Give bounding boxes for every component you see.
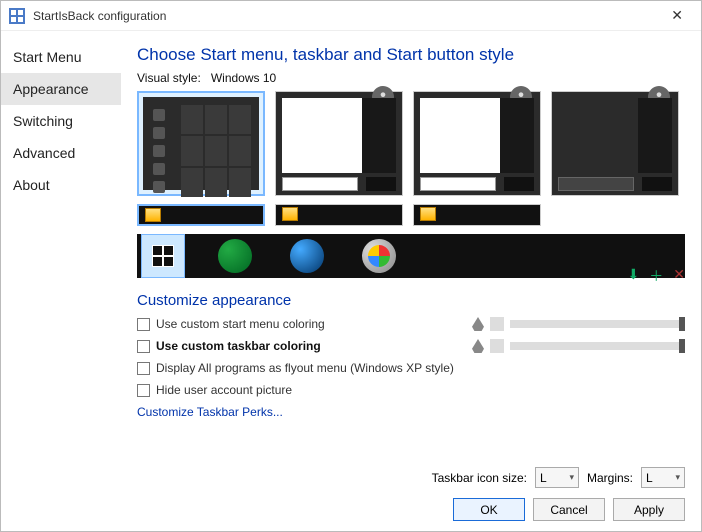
taskbar-thumb-flat[interactable] (137, 204, 265, 226)
close-icon[interactable]: ✕ (661, 3, 693, 28)
folder-icon (282, 207, 298, 221)
checkbox-icon[interactable] (137, 340, 150, 353)
style-thumb-windows10[interactable] (137, 91, 265, 196)
taskbar-icon-size-select[interactable]: L▾ (535, 467, 579, 488)
opacity-slider[interactable] (510, 342, 685, 350)
sidebar-item-advanced[interactable]: Advanced (1, 137, 121, 169)
margins-select[interactable]: L▾ (641, 467, 685, 488)
style-tools: ⬇ ＋ ✕ (137, 266, 685, 286)
visual-style-row: Visual style: Windows 10 (137, 71, 685, 85)
folder-icon (145, 208, 161, 222)
taskbar-thumb-gloss[interactable] (275, 204, 403, 226)
check-taskbar-coloring[interactable]: Use custom taskbar coloring (137, 339, 685, 353)
eyedropper-icon[interactable] (472, 339, 484, 353)
folder-icon (420, 207, 436, 221)
check-hide-avatar[interactable]: Hide user account picture (137, 383, 685, 397)
perks-link[interactable]: Customize Taskbar Perks... (137, 405, 685, 419)
opacity-slider[interactable] (510, 320, 685, 328)
checkbox-icon[interactable] (137, 384, 150, 397)
eyedropper-icon[interactable] (472, 317, 484, 331)
check-flyout[interactable]: Display All programs as flyout menu (Win… (137, 361, 685, 375)
window-title: StartIsBack configuration (33, 9, 661, 23)
footer: Taskbar icon size: L▾ Margins: L▾ (137, 467, 685, 488)
taskbar-thumbnails (137, 204, 685, 226)
download-icon[interactable]: ⬇ (628, 266, 640, 286)
check-startmenu-coloring[interactable]: Use custom start menu coloring (137, 317, 685, 331)
select-value: L (540, 471, 547, 485)
style-thumb-classic-light[interactable] (275, 91, 403, 196)
color-swatch[interactable] (490, 317, 504, 331)
sidebar-item-appearance[interactable]: Appearance (1, 73, 121, 105)
check-label: Display All programs as flyout menu (Win… (156, 361, 454, 375)
sidebar-item-about[interactable]: About (1, 169, 121, 201)
check-label: Use custom taskbar coloring (156, 339, 321, 353)
remove-icon[interactable]: ✕ (673, 266, 685, 286)
cancel-button[interactable]: Cancel (533, 498, 605, 521)
add-icon[interactable]: ＋ (649, 266, 663, 286)
style-thumb-classic-dark[interactable] (551, 91, 679, 196)
sidebar: Start Menu Appearance Switching Advanced… (1, 31, 121, 531)
visual-style-label: Visual style: (137, 71, 201, 85)
titlebar: StartIsBack configuration ✕ (1, 1, 701, 31)
ok-button[interactable]: OK (453, 498, 525, 521)
style-thumbnails (137, 91, 685, 196)
sidebar-item-start-menu[interactable]: Start Menu (1, 41, 121, 73)
taskbar-icon-size-label: Taskbar icon size: (432, 471, 527, 485)
checkbox-icon[interactable] (137, 362, 150, 375)
page-heading: Choose Start menu, taskbar and Start but… (137, 45, 685, 65)
select-value: L (646, 471, 653, 485)
color-swatch[interactable] (490, 339, 504, 353)
chevron-down-icon: ▾ (569, 472, 574, 483)
check-label: Use custom start menu coloring (156, 317, 325, 331)
taskbar-thumb-gradient[interactable] (413, 204, 541, 226)
visual-style-value: Windows 10 (211, 71, 276, 85)
apply-button[interactable]: Apply (613, 498, 685, 521)
margins-label: Margins: (587, 471, 633, 485)
checkbox-icon[interactable] (137, 318, 150, 331)
customize-heading: Customize appearance (137, 292, 685, 309)
app-icon (9, 8, 25, 24)
chevron-down-icon: ▾ (675, 472, 680, 483)
check-label: Hide user account picture (156, 383, 292, 397)
style-thumb-classic-light-alt[interactable] (413, 91, 541, 196)
sidebar-item-switching[interactable]: Switching (1, 105, 121, 137)
